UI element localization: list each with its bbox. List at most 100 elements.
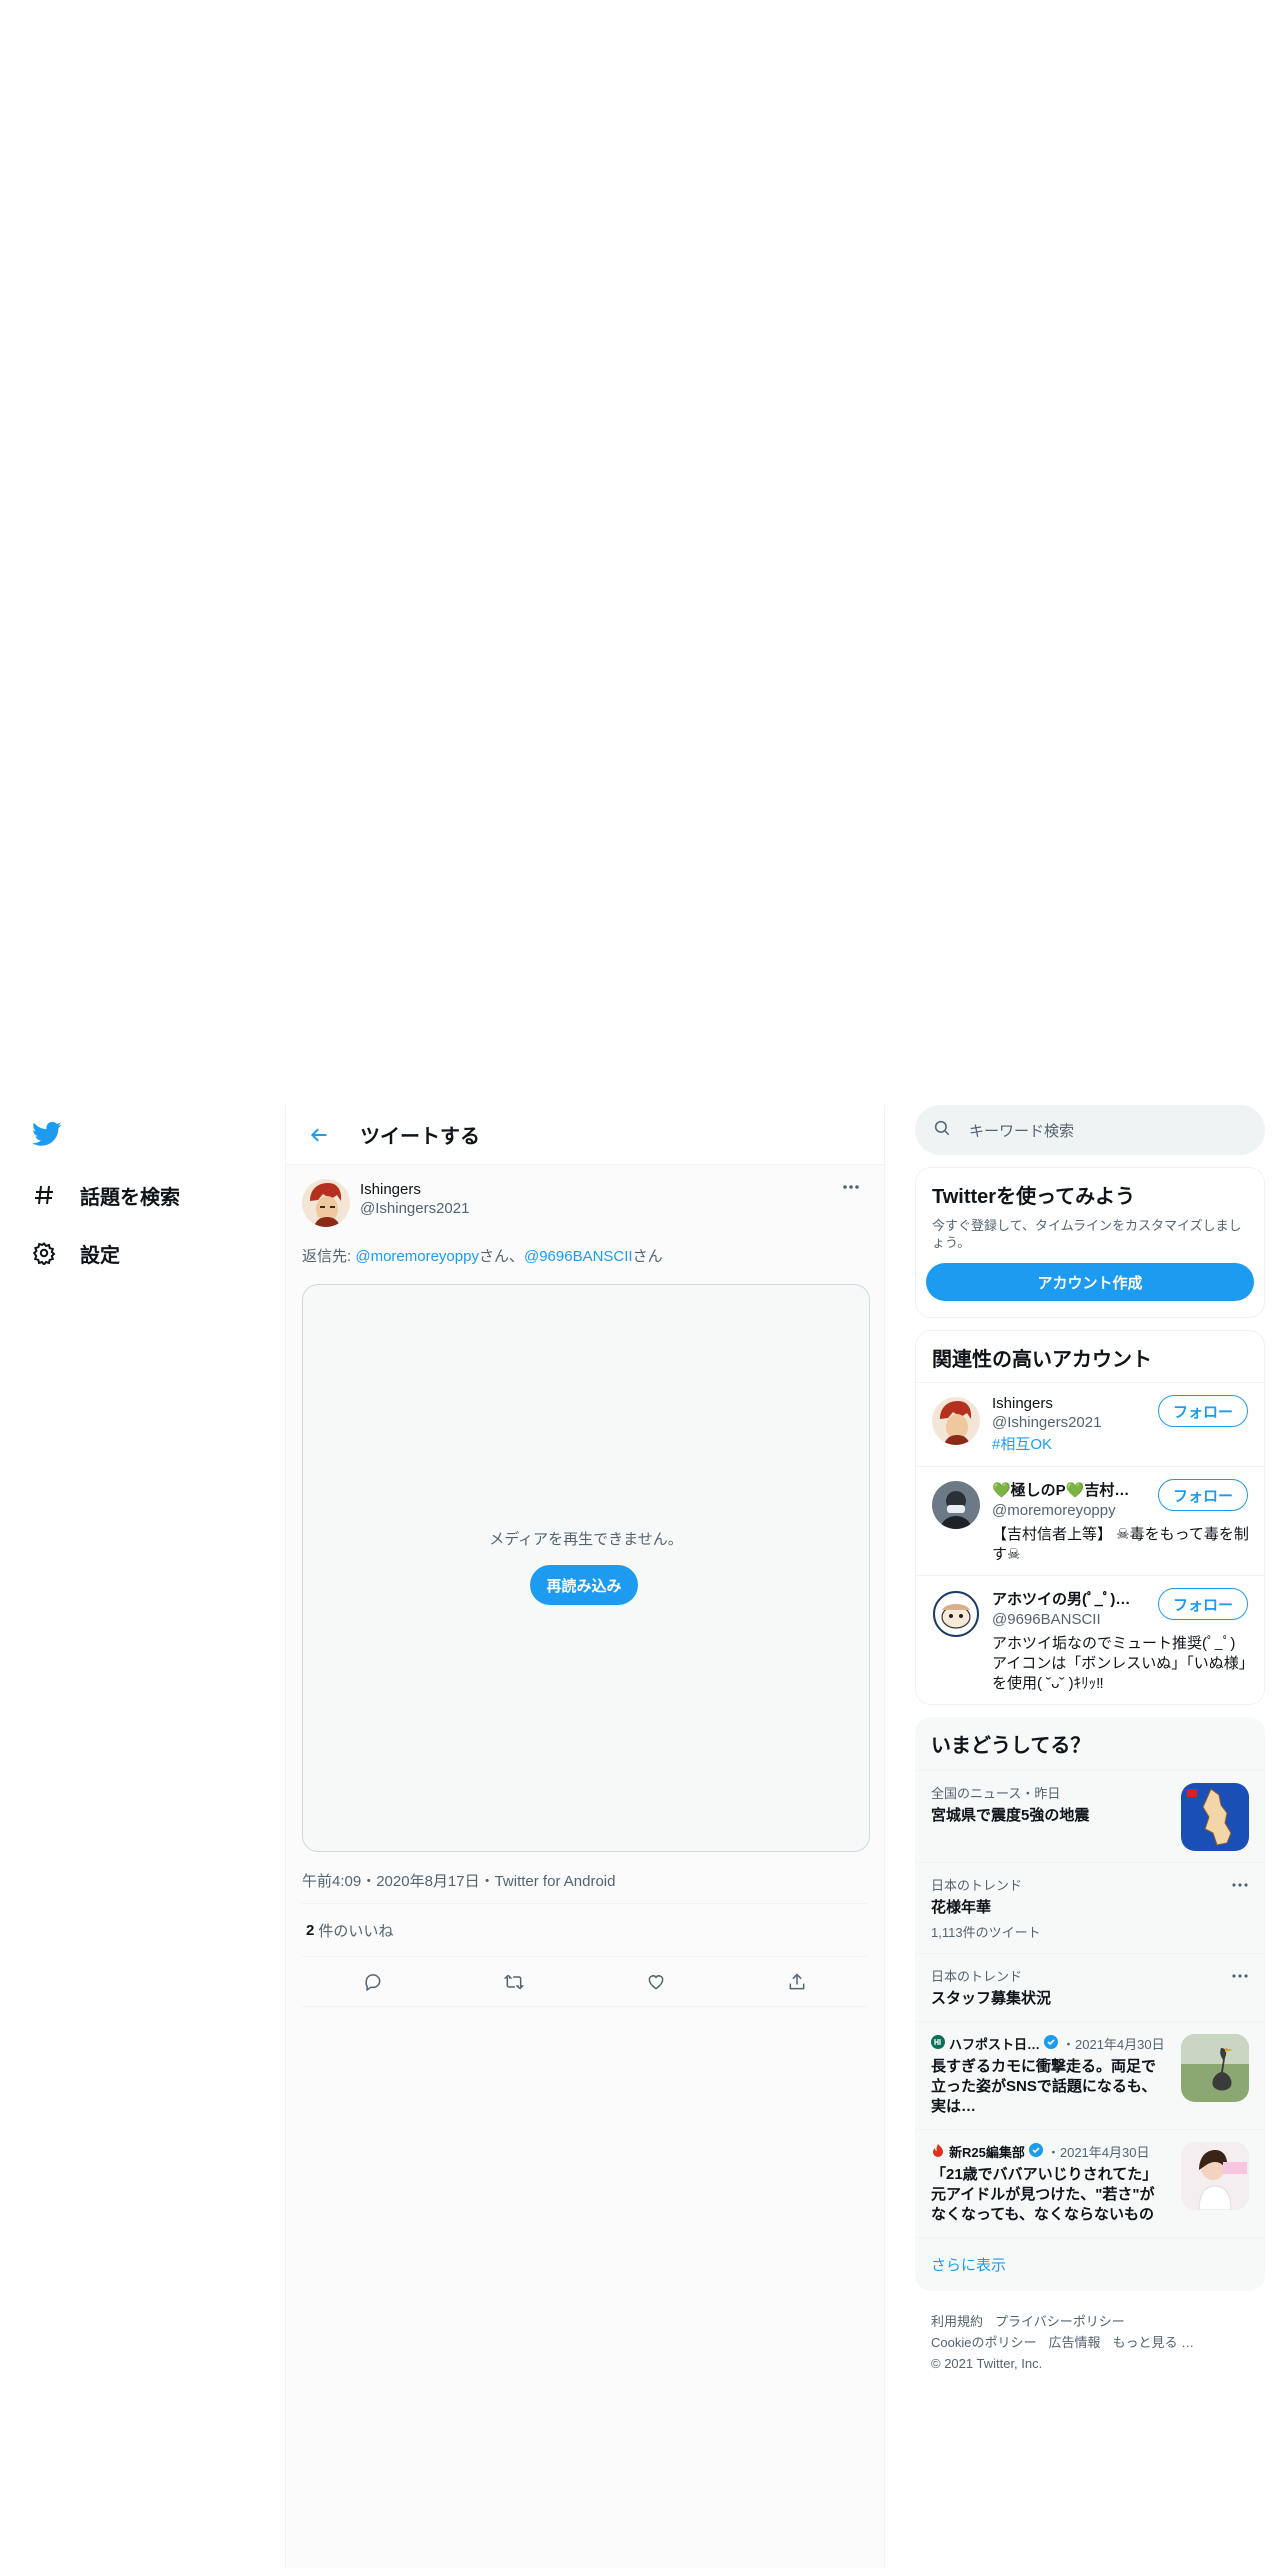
page-title: ツイートする — [360, 1126, 480, 1148]
reply-suffix: さん — [632, 1248, 663, 1265]
news-thumbnail — [1181, 1783, 1249, 1851]
avatar[interactable] — [932, 1481, 980, 1529]
relevant-accounts-card: 関連性の高いアカウント Ishingers @Ishingers2021 #相互… — [915, 1330, 1265, 1705]
footer-link[interactable]: もっと見る … — [1112, 2335, 1194, 2350]
copyright: © 2021 Twitter, Inc. — [931, 2356, 1043, 2371]
reply-to-line: 返信先: @moremoreyoppyさん、@9696BANSCIIさん — [302, 1245, 868, 1269]
tweet: Ishingers @Ishingers2021 返信先: @moremorey… — [286, 1165, 884, 2007]
likes-label: 件のいいね — [318, 1922, 394, 1940]
news-title: 「21歳でババアいじりされてた」元アイドルが見つけた、"若さ"がなくなっても、な… — [931, 2166, 1158, 2223]
trend-title: 花様年華 — [931, 1899, 992, 1916]
nav-settings[interactable]: 設定 — [30, 1233, 120, 1273]
gear-icon — [30, 1239, 58, 1267]
footer-row: Cookieのポリシー 広告情報 もっと見る … — [931, 2332, 1249, 2353]
right-sidebar: キーワード検索 Twitterを使ってみよう 今すぐ登録して、タイムラインをカス… — [915, 1105, 1265, 2394]
footer-link[interactable]: Cookieのポリシー — [931, 2335, 1036, 2350]
news-date: ・2021年4月30日 — [1046, 2145, 1150, 2160]
footer-link[interactable]: 利用規約 — [931, 2314, 983, 2329]
retweet-icon[interactable] — [496, 1964, 532, 2000]
account-name: Ishingers — [992, 1395, 1053, 1412]
footer-row: 利用規約 プライバシーポリシー — [931, 2311, 1249, 2332]
trend-context: 日本のトレンド — [931, 1969, 1023, 1984]
hashtag-icon — [30, 1181, 58, 1209]
tweet-author: Ishingers @Ishingers2021 — [360, 1173, 469, 1235]
relevant-accounts-title: 関連性の高いアカウント — [932, 1349, 1152, 1371]
account-bio: 【吉村信者上等】 ☠毒をもって毒を制す☠ — [992, 1526, 1249, 1563]
trend-title: スタッフ募集状況 — [931, 1990, 1052, 2007]
trends-title: いまどうしてる？ — [931, 1735, 1091, 1757]
follow-button[interactable]: フォロー — [1158, 1479, 1248, 1511]
tweet-author-name[interactable]: Ishingers — [360, 1181, 469, 1198]
search-placeholder: キーワード検索 — [969, 1122, 1075, 1140]
news-thumbnail — [1181, 2142, 1249, 2210]
tweet-actions — [302, 1957, 868, 2007]
news-item[interactable]: 新R25編集部 ・2021年4月30日 「21歳でババアいじりされてた」元アイド… — [915, 2129, 1265, 2237]
tweet-timestamp[interactable]: 午前4:09・2020年8月17日・Twitter for Android — [302, 1870, 868, 1904]
search-icon — [933, 1119, 951, 1142]
trend-context: 日本のトレンド — [931, 1878, 1023, 1893]
follow-button[interactable]: フォロー — [1158, 1588, 1248, 1620]
trends-card: いまどうしてる？ 全国のニュース・昨日 宮城県で震度5強の地震 日本のトレンド … — [915, 1717, 1265, 2291]
news-source-name: ハフポスト日… — [949, 2037, 1041, 2052]
app: 話題を検索 設定 ツイートする Ishingers @Ishingers2021… — [0, 1105, 1284, 2568]
share-icon[interactable] — [779, 1964, 815, 2000]
likes-row[interactable]: 2 件のいいね — [302, 1904, 868, 1957]
reply-icon[interactable] — [355, 1964, 391, 2000]
verified-badge-icon — [1028, 2143, 1043, 2160]
account-item[interactable]: アホツイの男(ﾟ_ﾟ)… @9696BANSCII アホツイ垢なのでミュート推奨… — [916, 1575, 1264, 1704]
show-more-link[interactable]: さらに表示 — [915, 2237, 1265, 2291]
reply-prefix: 返信先: — [302, 1248, 356, 1265]
twitter-logo-icon[interactable] — [30, 1119, 64, 1153]
trend-item[interactable]: 全国のニュース・昨日 宮城県で震度5強の地震 — [915, 1770, 1265, 1862]
reply-user-link[interactable]: @moremoreyoppy — [355, 1248, 479, 1265]
follow-button[interactable]: フォロー — [1158, 1395, 1248, 1427]
r25-logo-icon — [931, 2143, 945, 2160]
trend-item[interactable]: 日本のトレンド スタッフ募集状況 — [915, 1953, 1265, 2021]
left-nav: 話題を検索 設定 — [0, 1105, 285, 2568]
reload-button[interactable]: 再読み込み — [530, 1565, 638, 1605]
main-header: ツイートする — [286, 1105, 884, 1165]
avatar[interactable] — [932, 1397, 980, 1445]
more-icon[interactable] — [1229, 1966, 1251, 1986]
news-source-name: 新R25編集部 — [949, 2145, 1025, 2160]
news-thumbnail — [1181, 2034, 1249, 2102]
back-arrow-icon[interactable] — [302, 1118, 336, 1152]
trend-tweet-count: 1,113件のツイート — [931, 1925, 1041, 1940]
verified-badge-icon — [1044, 2035, 1059, 2052]
account-name: 💚極しのP💚吉村… — [992, 1482, 1130, 1499]
avatar[interactable] — [932, 1590, 980, 1638]
trend-item[interactable]: 日本のトレンド 花様年華 1,113件のツイート — [915, 1862, 1265, 1953]
media-player[interactable]: メディアを再生できません。 再読み込み — [302, 1284, 870, 1852]
news-title: 長すぎるカモに衝撃走る。両足で立った姿がSNSで話題になるも、実は… — [931, 2058, 1157, 2115]
reply-user-link[interactable]: @9696BANSCII — [524, 1248, 633, 1265]
main-column: ツイートする Ishingers @Ishingers2021 返信先: @mo… — [285, 1105, 885, 2568]
tweet-header: Ishingers @Ishingers2021 — [302, 1165, 868, 1235]
footer-link[interactable]: プライバシーポリシー — [995, 2314, 1125, 2329]
huffpost-logo-icon — [931, 2035, 945, 2052]
nav-settings-label: 設定 — [80, 1244, 120, 1267]
avatar[interactable] — [302, 1179, 350, 1227]
account-item[interactable]: Ishingers @Ishingers2021 #相互OK フォロー — [916, 1382, 1264, 1466]
footer: 利用規約 プライバシーポリシー Cookieのポリシー 広告情報 もっと見る … © … — [915, 2291, 1265, 2394]
more-icon[interactable] — [1229, 1875, 1251, 1895]
likes-count: 2 — [306, 1921, 315, 1939]
account-name: アホツイの男(ﾟ_ﾟ)… — [992, 1591, 1131, 1608]
signup-card: Twitterを使ってみよう 今すぐ登録して、タイムラインをカスタマイズしましょ… — [915, 1167, 1265, 1318]
search-input[interactable]: キーワード検索 — [915, 1105, 1265, 1155]
news-item[interactable]: ハフポスト日… ・2021年4月30日 長すぎるカモに衝撃走る。両足で立った姿が… — [915, 2021, 1265, 2129]
signup-title: Twitterを使ってみよう — [932, 1186, 1136, 1208]
create-account-button[interactable]: アカウント作成 — [926, 1263, 1254, 1301]
account-bio: アホツイ垢なのでミュート推奨(ﾟ_ﾟ) アイコンは「ボンレスいぬ」「いぬ様」を使… — [992, 1635, 1247, 1692]
account-item[interactable]: 💚極しのP💚吉村… @moremoreyoppy 【吉村信者上等】 ☠毒をもって… — [916, 1466, 1264, 1575]
nav-explore-label: 話題を検索 — [80, 1186, 180, 1209]
like-heart-icon[interactable] — [638, 1964, 674, 2000]
account-bio[interactable]: #相互OK — [992, 1435, 1252, 1455]
media-error-text: メディアを再生できません。 — [489, 1531, 683, 1548]
footer-link[interactable]: 広告情報 — [1048, 2335, 1100, 2350]
news-date: ・2021年4月30日 — [1062, 2037, 1165, 2052]
signup-description: 今すぐ登録して、タイムラインをカスタマイズしましょう。 — [932, 1218, 1242, 1250]
nav-explore[interactable]: 話題を検索 — [30, 1175, 180, 1215]
more-icon[interactable] — [838, 1175, 864, 1199]
tweet-author-handle[interactable]: @Ishingers2021 — [360, 1200, 469, 1217]
reply-separator: さん、 — [478, 1248, 524, 1265]
